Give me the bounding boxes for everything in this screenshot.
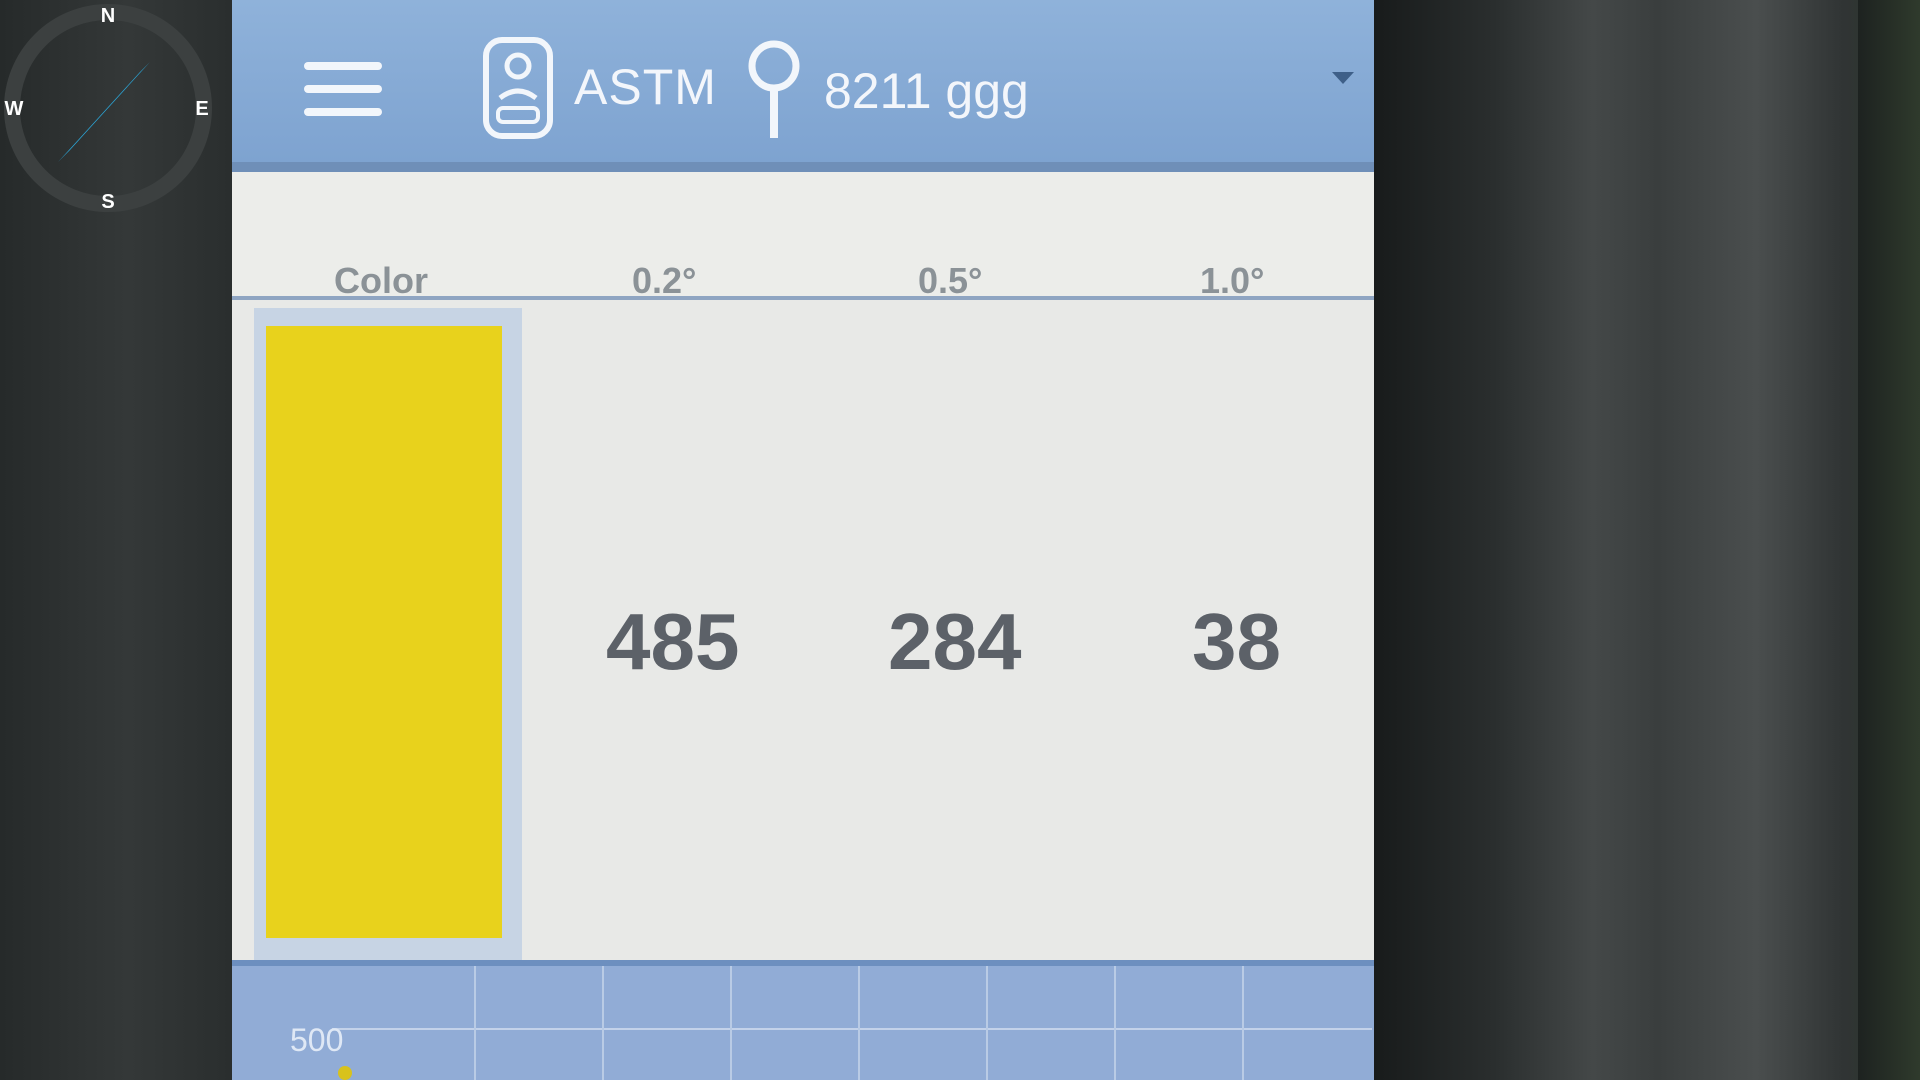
- location-pin-icon: [748, 40, 800, 138]
- hamburger-menu-icon[interactable]: [304, 62, 382, 116]
- color-swatch-frame: [254, 308, 522, 976]
- instrument-icon: [483, 37, 553, 139]
- device-screen: ASTM 8211 ggg Color 0.2° 0.5° 1.0° 485 2…: [232, 0, 1374, 1080]
- graph-gridline: [1114, 966, 1116, 1080]
- compass-s: S: [101, 191, 114, 213]
- value-1-0: 38: [1192, 597, 1281, 686]
- device-bezel-right: [1374, 0, 1920, 1080]
- graph-gridline: [730, 966, 732, 1080]
- background-edge: [1858, 0, 1920, 1080]
- compass-icon: N E S W: [4, 4, 212, 213]
- value-0-2: 485: [606, 597, 740, 686]
- graph-gridline: [332, 1028, 1372, 1030]
- compass-w: W: [5, 98, 24, 120]
- history-graph: 500: [232, 960, 1374, 1080]
- graph-y-tick: 500: [290, 1022, 344, 1058]
- compass-n: N: [101, 5, 115, 27]
- graph-gridline: [986, 966, 988, 1080]
- device-label[interactable]: ASTM: [574, 58, 717, 116]
- location-label[interactable]: 8211 ggg: [824, 62, 1029, 120]
- value-0-5: 284: [888, 597, 1022, 686]
- graph-gridline: [858, 966, 860, 1080]
- graph-gridline: [474, 966, 476, 1080]
- table-header-row: Color 0.2° 0.5° 1.0°: [232, 172, 1374, 301]
- graph-gridline: [602, 966, 604, 1080]
- dropdown-arrow-icon[interactable]: [1332, 72, 1354, 84]
- graph-data-point: [338, 1066, 352, 1080]
- graph-gridline: [1242, 966, 1244, 1080]
- color-swatch: [266, 326, 502, 938]
- measurement-row: 485 284 38: [232, 300, 1374, 976]
- top-bar: ASTM 8211 ggg: [232, 0, 1374, 172]
- compass-e: E: [195, 98, 208, 120]
